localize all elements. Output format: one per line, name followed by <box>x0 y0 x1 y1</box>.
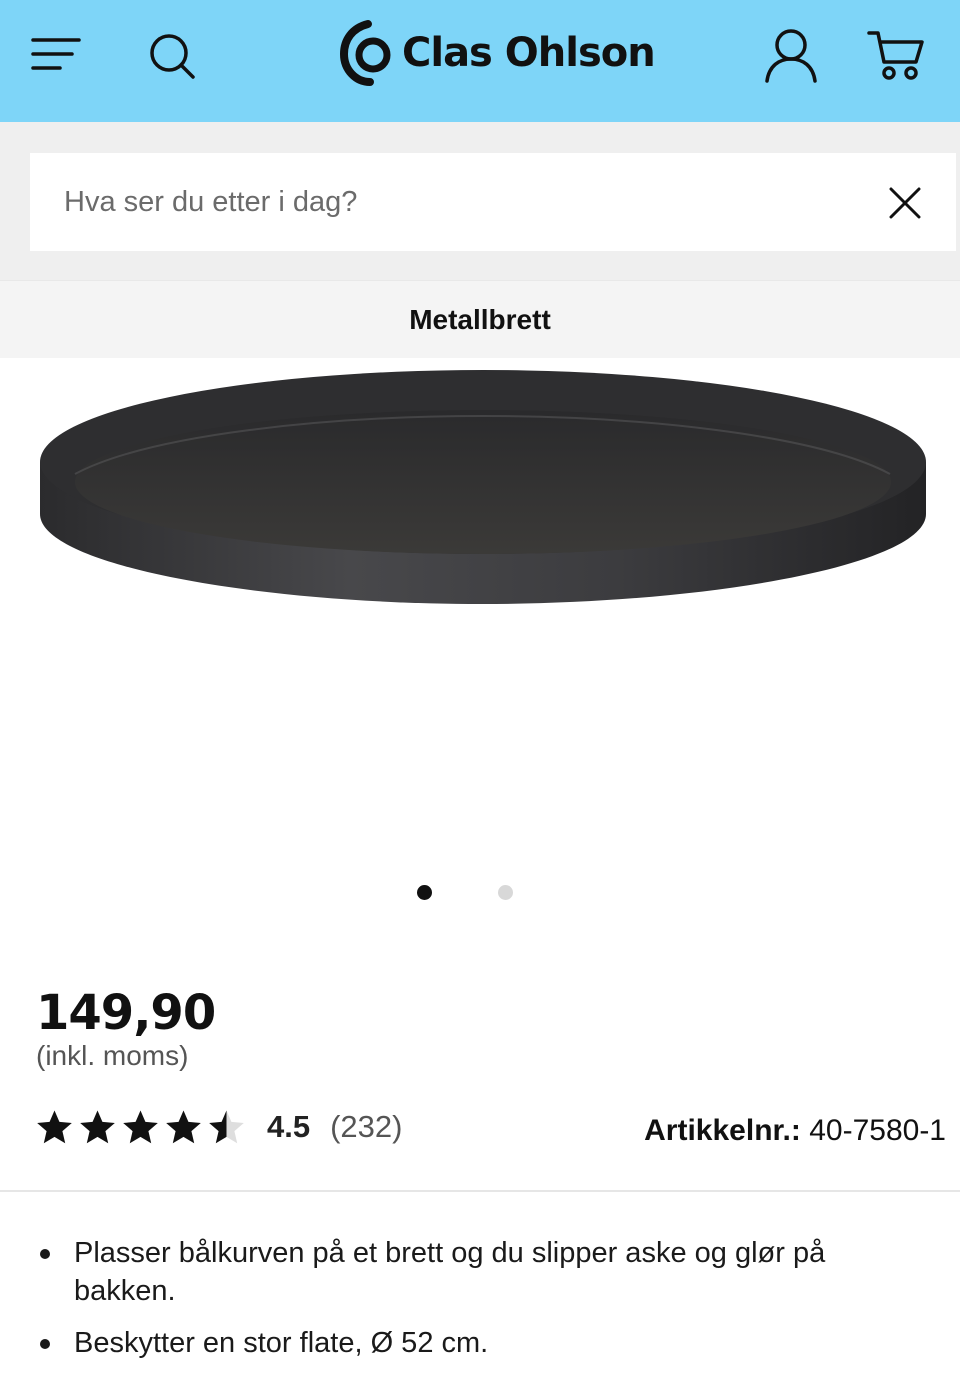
carousel-indicator <box>0 885 960 901</box>
product-title-bar: Metallbrett <box>0 280 960 358</box>
search-input[interactable] <box>64 153 864 251</box>
logo-mark-icon <box>339 20 391 86</box>
feature-text: Plasser bålkurven på et brett og du slip… <box>74 1237 826 1307</box>
rating-value: 4.5 <box>267 1109 311 1144</box>
feature-list: Plasser bålkurven på et brett og du slip… <box>36 1234 916 1376</box>
bullet-icon <box>40 1339 50 1349</box>
search-section <box>0 122 960 280</box>
star-half-icon <box>209 1110 244 1143</box>
review-count[interactable]: (232) <box>330 1109 402 1145</box>
rating-summary[interactable]: 4.5 (232) <box>36 1105 402 1149</box>
divider <box>0 1190 960 1192</box>
product-image[interactable] <box>30 364 934 614</box>
search-icon[interactable] <box>146 30 198 82</box>
top-header: Clas Ohlson <box>0 0 960 122</box>
star-full-icon <box>37 1110 72 1143</box>
article-number-value: 40-7580-1 <box>809 1114 946 1147</box>
search-box <box>30 153 956 251</box>
list-item: Plasser bålkurven på et brett og du slip… <box>36 1234 916 1310</box>
list-item: Beskytter en stor flate, Ø 52 cm. <box>36 1324 916 1362</box>
product-price: 149,90 <box>36 985 216 1041</box>
star-full-icon <box>123 1110 158 1143</box>
carousel-dot-2[interactable] <box>498 885 513 900</box>
vat-note: (inkl. moms) <box>36 1040 189 1071</box>
article-number: Artikkelnr.: 40-7580-1 <box>644 1114 946 1148</box>
brand-name: Clas Ohlson <box>402 30 656 76</box>
account-icon[interactable] <box>762 26 820 84</box>
clas-ohlson-logo[interactable]: Clas Ohlson <box>338 18 656 88</box>
star-full-icon <box>166 1110 201 1143</box>
cart-icon[interactable] <box>866 28 926 82</box>
rating-stars <box>36 1109 251 1146</box>
page-title: Metallbrett <box>409 303 551 335</box>
hamburger-menu-icon[interactable] <box>30 34 82 74</box>
article-number-label: Artikkelnr.: <box>644 1114 801 1147</box>
star-full-icon <box>80 1110 115 1143</box>
bullet-icon <box>40 1249 50 1259</box>
feature-text: Beskytter en stor flate, Ø 52 cm. <box>74 1327 489 1359</box>
carousel-dot-1[interactable] <box>417 885 432 900</box>
close-icon[interactable] <box>888 186 922 220</box>
